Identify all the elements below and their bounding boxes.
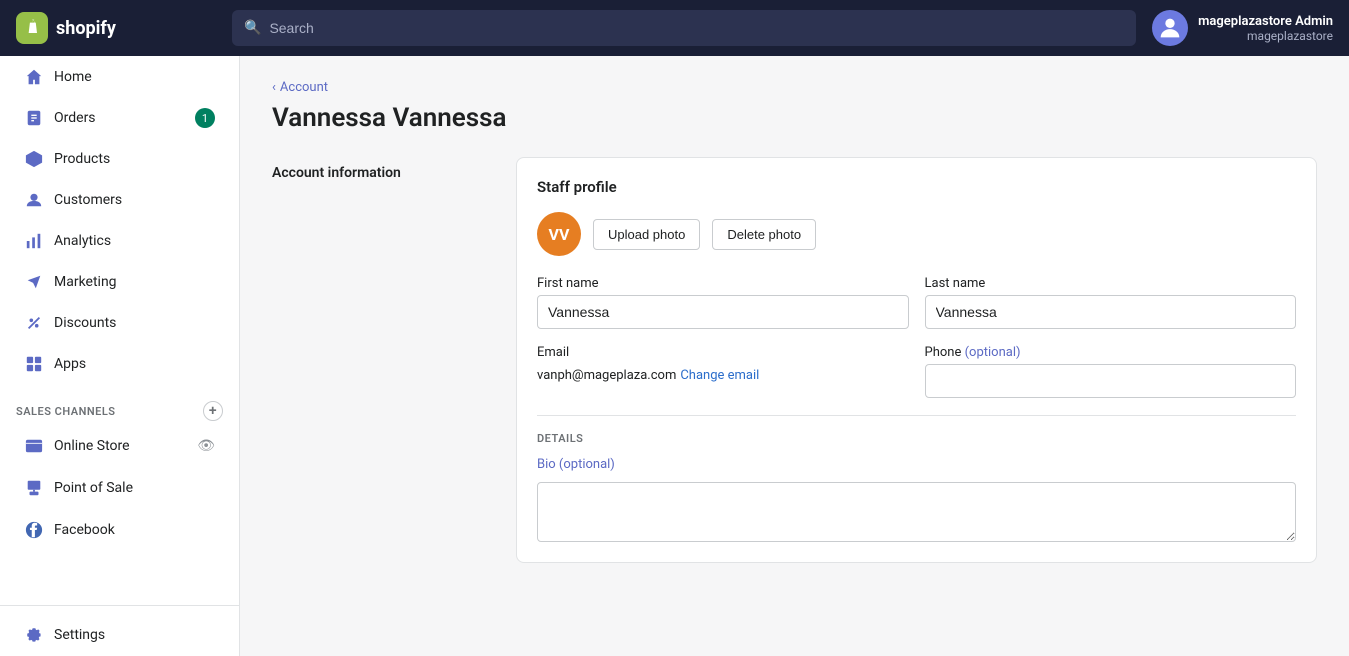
sidebar-label-customers: Customers: [54, 192, 122, 208]
bio-input[interactable]: [537, 482, 1296, 542]
last-name-label: Last name: [925, 276, 1297, 291]
user-menu[interactable]: mageplazastore Admin mageplazastore: [1152, 10, 1333, 46]
phone-group: Phone (optional): [925, 345, 1297, 399]
home-icon: [24, 67, 44, 87]
sidebar-label-home: Home: [54, 69, 92, 85]
sidebar-nav: Home Orders 1 Products: [0, 56, 239, 385]
sidebar-item-apps[interactable]: Apps: [8, 344, 231, 384]
phone-optional: (optional): [965, 345, 1021, 360]
sidebar-item-analytics[interactable]: Analytics: [8, 221, 231, 261]
phone-label-text: Phone: [925, 345, 965, 360]
sidebar-label-facebook: Facebook: [54, 522, 115, 538]
email-value-row: vanph@mageplaza.com Change email: [537, 364, 909, 383]
contact-row: Email vanph@mageplaza.com Change email P…: [537, 345, 1296, 399]
first-name-input[interactable]: [537, 295, 909, 329]
last-name-group: Last name: [925, 276, 1297, 329]
phone-label: Phone (optional): [925, 345, 1297, 360]
breadcrumb-label: Account: [280, 80, 328, 95]
sales-channels-header: SALES CHANNELS +: [0, 385, 239, 425]
online-store-label: Online Store: [54, 438, 130, 454]
sidebar-label-apps: Apps: [54, 356, 86, 372]
user-avatar: [1152, 10, 1188, 46]
customers-icon: [24, 190, 44, 210]
content-grid: Account information Staff profile VV Upl…: [272, 157, 1317, 563]
sidebar: Home Orders 1 Products: [0, 56, 240, 656]
upload-photo-button[interactable]: Upload photo: [593, 219, 700, 250]
bio-optional: (optional): [559, 457, 615, 472]
discounts-icon: [24, 313, 44, 333]
pos-icon: [24, 478, 44, 498]
sidebar-item-home[interactable]: Home: [8, 57, 231, 97]
sidebar-label-settings: Settings: [54, 627, 105, 643]
sidebar-item-online-store[interactable]: Online Store 👁: [8, 426, 231, 466]
sidebar-item-facebook[interactable]: Facebook: [8, 510, 231, 550]
name-row: First name Last name: [537, 276, 1296, 329]
section-label-area: Account information: [272, 157, 492, 563]
email-value: vanph@mageplaza.com: [537, 368, 676, 383]
add-channel-button[interactable]: +: [203, 401, 223, 421]
sidebar-item-settings[interactable]: Settings: [8, 615, 231, 655]
staff-avatar: VV: [537, 212, 581, 256]
first-name-label: First name: [537, 276, 909, 291]
phone-input[interactable]: [925, 364, 1297, 398]
bio-group: Bio (optional): [537, 457, 1296, 542]
avatar-row: VV Upload photo Delete photo: [537, 212, 1296, 256]
main-content: ‹ Account Vannessa Vannessa Account info…: [240, 56, 1349, 656]
settings-icon: [24, 625, 44, 645]
sidebar-item-customers[interactable]: Customers: [8, 180, 231, 220]
sidebar-label-analytics: Analytics: [54, 233, 111, 249]
top-nav: shopify 🔍 mageplazastore Admin mageplaza…: [0, 0, 1349, 56]
search-input[interactable]: [269, 20, 1124, 36]
sidebar-item-marketing[interactable]: Marketing: [8, 262, 231, 302]
bio-label-text: Bio: [537, 457, 559, 472]
staff-profile-card: Staff profile VV Upload photo Delete pho…: [516, 157, 1317, 563]
online-store-left: Online Store: [24, 436, 130, 456]
sidebar-label-orders: Orders: [54, 110, 96, 126]
search-icon: 🔍: [244, 20, 261, 36]
sidebar-label-discounts: Discounts: [54, 315, 116, 331]
details-label: DETAILS: [537, 432, 1296, 445]
user-store: mageplazastore: [1198, 29, 1333, 43]
sidebar-label-marketing: Marketing: [54, 274, 117, 290]
eye-icon[interactable]: 👁: [197, 438, 215, 454]
settings-section: Settings: [0, 605, 239, 656]
apps-icon: [24, 354, 44, 374]
breadcrumb-arrow: ‹: [272, 80, 276, 95]
logo[interactable]: shopify: [16, 12, 216, 44]
products-icon: [24, 149, 44, 169]
page-title: Vannessa Vannessa: [272, 103, 1317, 133]
search-bar[interactable]: 🔍: [232, 10, 1136, 46]
divider: [537, 415, 1296, 416]
email-group: Email vanph@mageplaza.com Change email: [537, 345, 909, 383]
sidebar-item-discounts[interactable]: Discounts: [8, 303, 231, 343]
marketing-icon: [24, 272, 44, 292]
orders-badge: 1: [195, 108, 215, 128]
online-store-icon: [24, 436, 44, 456]
breadcrumb[interactable]: ‹ Account: [272, 80, 1317, 95]
change-email-link[interactable]: Change email: [680, 368, 759, 383]
sidebar-label-products: Products: [54, 151, 110, 167]
orders-icon: [24, 108, 44, 128]
analytics-icon: [24, 231, 44, 251]
sales-channels-label: SALES CHANNELS: [16, 405, 116, 418]
user-name: mageplazastore Admin: [1198, 14, 1333, 29]
first-name-group: First name: [537, 276, 909, 329]
sidebar-item-orders[interactable]: Orders 1: [8, 98, 231, 138]
bio-label: Bio (optional): [537, 457, 1296, 472]
facebook-icon: [24, 520, 44, 540]
last-name-input[interactable]: [925, 295, 1297, 329]
sidebar-item-point-of-sale[interactable]: Point of Sale: [8, 468, 231, 508]
shopify-logo-icon: [16, 12, 48, 44]
card-title: Staff profile: [537, 178, 1296, 196]
sidebar-item-products[interactable]: Products: [8, 139, 231, 179]
delete-photo-button[interactable]: Delete photo: [712, 219, 816, 250]
section-label: Account information: [272, 157, 492, 181]
sidebar-label-pos: Point of Sale: [54, 480, 133, 496]
user-info: mageplazastore Admin mageplazastore: [1198, 14, 1333, 43]
logo-text: shopify: [56, 18, 116, 39]
email-label: Email: [537, 345, 909, 360]
